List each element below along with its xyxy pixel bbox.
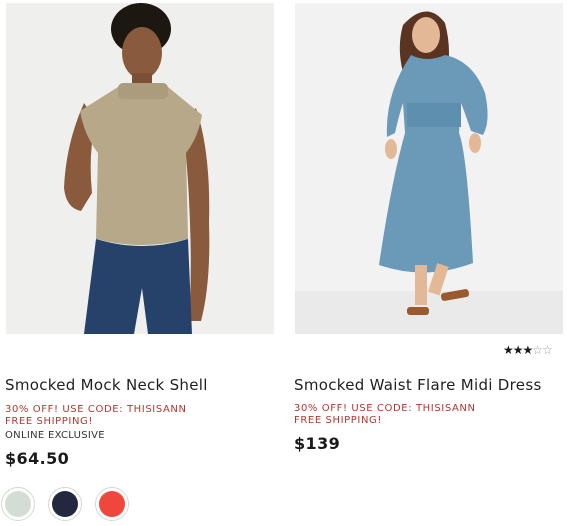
swatch-color-fill: [52, 491, 78, 517]
swatch-color-fill: [5, 491, 31, 517]
star-filled-icon: ★: [522, 343, 534, 357]
star-filled-icon: ★: [503, 343, 514, 357]
star-empty-icon: ☆: [542, 343, 553, 357]
free-shipping-text: FREE SHIPPING!: [5, 416, 93, 427]
product-image-dress-illustration: [295, 3, 563, 334]
star-filled-icon: ★: [512, 343, 524, 357]
product-image-dress[interactable]: [295, 3, 563, 334]
color-swatch-light-sage[interactable]: [1, 487, 35, 521]
color-swatches: [1, 487, 141, 525]
color-swatch-navy[interactable]: [48, 487, 82, 521]
product-title[interactable]: Smocked Waist Flare Midi Dress: [294, 376, 542, 394]
rating-stars: ★★★☆☆: [503, 343, 553, 357]
product-price: $139: [294, 434, 341, 453]
promo-code-text: 30% OFF! USE CODE: THISISANN: [294, 403, 476, 414]
product-title[interactable]: Smocked Mock Neck Shell: [5, 376, 208, 394]
online-exclusive-badge: ONLINE EXCLUSIVE: [5, 430, 105, 441]
color-swatch-red[interactable]: [95, 487, 129, 521]
promo-code-text: 30% OFF! USE CODE: THISISANN: [5, 404, 187, 415]
star-empty-icon: ☆: [532, 343, 543, 357]
product-price: $64.50: [5, 449, 70, 468]
product-image-shell-illustration: [6, 3, 274, 334]
free-shipping-text: FREE SHIPPING!: [294, 415, 382, 426]
swatch-color-fill: [99, 491, 125, 517]
product-image-shell[interactable]: [6, 3, 274, 334]
